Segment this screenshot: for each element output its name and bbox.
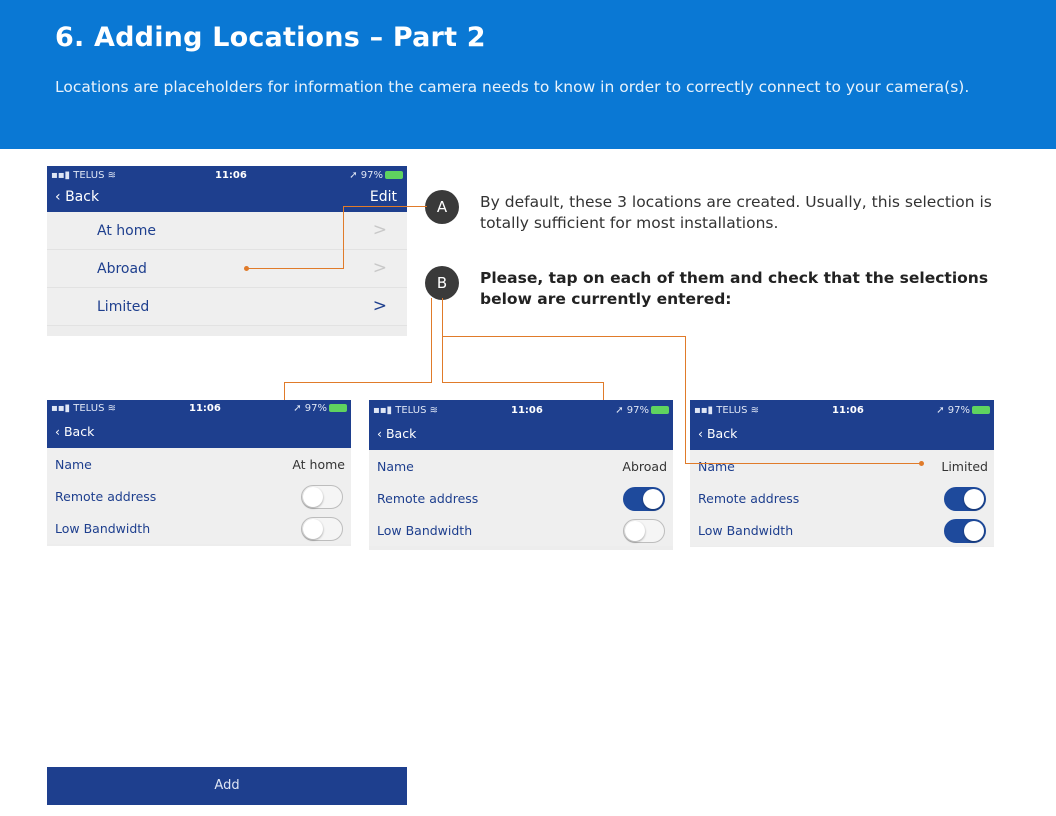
location-arrow-icon: ➚ (615, 405, 627, 416)
chevron-right-icon: > (372, 220, 387, 240)
carrier-label: TELUS (73, 403, 105, 414)
name-row: Name Limited (690, 450, 994, 482)
back-button[interactable]: ‹ Back (698, 426, 737, 441)
status-bar: ▪▪▮ TELUS ≋ 11:06 ➚ 97% (690, 400, 994, 420)
connector-line (284, 382, 432, 383)
battery-icon (385, 171, 403, 179)
connector-line (442, 382, 604, 383)
detail-screen-abroad: ▪▪▮ TELUS ≋ 11:06 ➚ 97% ‹ Back Name Abro… (369, 400, 673, 550)
locations-list-screen: ▪▪▮ TELUS ≋ 11:06 ➚ 97% ‹ Back Edit At h… (47, 166, 407, 336)
low-bandwidth-row: Low Bandwidth (369, 514, 673, 546)
back-button[interactable]: ‹ Back (55, 424, 94, 439)
wifi-icon: ≋ (426, 405, 438, 416)
detail-screen-limited: ▪▪▮ TELUS ≋ 11:06 ➚ 97% ‹ Back Name Limi… (690, 400, 994, 547)
back-button[interactable]: ‹ Back (377, 426, 416, 441)
wifi-icon: ≋ (104, 403, 116, 414)
connector-line (343, 206, 344, 269)
location-row-limited[interactable]: Limited > (47, 288, 407, 326)
carrier-label: TELUS (716, 405, 748, 416)
status-time: 11:06 (511, 405, 543, 416)
battery-icon (972, 406, 990, 414)
edit-button[interactable]: Edit (370, 189, 397, 205)
low-bandwidth-toggle[interactable] (623, 519, 665, 543)
badge-a: A (425, 190, 459, 224)
connector-line (343, 206, 427, 207)
chevron-right-icon: > (372, 296, 387, 316)
header-banner: 6. Adding Locations – Part 2 Locations a… (0, 0, 1056, 149)
remote-address-row: Remote address (47, 480, 351, 512)
connector-line (685, 463, 921, 464)
note-a: By default, these 3 locations are create… (480, 193, 992, 232)
badge-b: B (425, 266, 459, 300)
page-subtitle: Locations are placeholders for informati… (55, 78, 970, 96)
nav-bar: ▪▪▮ TELUS ≋ 11:06 ➚ 97% ‹ Back (369, 400, 673, 450)
status-bar: ▪▪▮ TELUS ≋ 11:06 ➚ 97% (369, 400, 673, 420)
remote-address-row: Remote address (690, 482, 994, 514)
location-row-at-home[interactable]: At home > (47, 212, 407, 250)
nav-bar: ▪▪▮ TELUS ≋ 11:06 ➚ 97% ‹ Back (47, 400, 351, 448)
detail-screen-at-home: ▪▪▮ TELUS ≋ 11:06 ➚ 97% ‹ Back Name At h… (47, 400, 351, 546)
carrier-label: TELUS (73, 170, 105, 181)
location-arrow-icon: ➚ (936, 405, 948, 416)
nav-bar: ▪▪▮ TELUS ≋ 11:06 ➚ 97% ‹ Back (690, 400, 994, 450)
name-row: Name At home (47, 448, 351, 480)
low-bandwidth-row: Low Bandwidth (690, 514, 994, 546)
page-title: 6. Adding Locations – Part 2 (55, 22, 486, 53)
remote-address-toggle[interactable] (944, 487, 986, 511)
name-value: Limited (941, 459, 988, 474)
remote-address-toggle[interactable] (301, 485, 343, 509)
signal-icon: ▪▪▮ (51, 170, 74, 181)
battery-label: 97% (360, 170, 383, 181)
location-arrow-icon: ➚ (349, 170, 361, 181)
connector-line (442, 336, 686, 337)
wifi-icon: ≋ (104, 170, 116, 181)
signal-icon: ▪▪▮ (373, 405, 396, 416)
battery-icon (651, 406, 669, 414)
signal-icon: ▪▪▮ (694, 405, 717, 416)
battery-label: 97% (626, 405, 649, 416)
remote-address-toggle[interactable] (623, 487, 665, 511)
note-b: Please, tap on each of them and check th… (480, 269, 989, 308)
status-bar: ▪▪▮ TELUS ≋ 11:06 ➚ 97% (47, 166, 407, 186)
connector-line (431, 298, 432, 382)
status-time: 11:06 (832, 405, 864, 416)
back-button[interactable]: ‹ Back (55, 189, 99, 205)
add-button[interactable]: Add (47, 767, 407, 805)
low-bandwidth-toggle[interactable] (301, 517, 343, 541)
status-time: 11:06 (189, 403, 221, 414)
connector-line (246, 268, 344, 269)
slide: 6. Adding Locations – Part 2 Locations a… (0, 0, 1056, 816)
battery-icon (329, 404, 347, 412)
wifi-icon: ≋ (747, 405, 759, 416)
name-value: Abroad (622, 459, 667, 474)
name-value: At home (292, 457, 345, 472)
location-row-abroad[interactable]: Abroad > (47, 250, 407, 288)
remote-address-row: Remote address (369, 482, 673, 514)
signal-icon: ▪▪▮ (51, 403, 74, 414)
location-arrow-icon: ➚ (293, 403, 305, 414)
battery-label: 97% (947, 405, 970, 416)
name-row: Name Abroad (369, 450, 673, 482)
connector-line (685, 336, 686, 463)
chevron-right-icon: > (372, 258, 387, 278)
connector-dot (919, 461, 924, 466)
battery-label: 97% (304, 403, 327, 414)
connector-line (442, 298, 443, 382)
carrier-label: TELUS (395, 405, 427, 416)
low-bandwidth-row: Low Bandwidth (47, 512, 351, 544)
status-bar: ▪▪▮ TELUS ≋ 11:06 ➚ 97% (47, 400, 351, 418)
status-time: 11:06 (215, 170, 247, 181)
low-bandwidth-toggle[interactable] (944, 519, 986, 543)
